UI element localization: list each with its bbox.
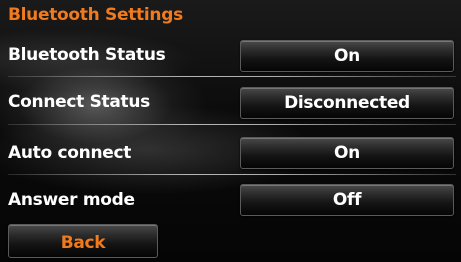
page-title: Bluetooth Settings <box>8 5 183 25</box>
answer-mode-button[interactable]: Off <box>240 184 454 216</box>
bluetooth-status-label: Bluetooth Status <box>8 45 166 65</box>
connect-status-label: Connect Status <box>8 92 151 112</box>
auto-connect-label: Auto connect <box>8 143 132 163</box>
bluetooth-settings-screen: Bluetooth Settings Bluetooth Status On C… <box>0 0 461 262</box>
row-divider <box>8 76 456 77</box>
connect-status-button[interactable]: Disconnected <box>240 87 454 119</box>
row-divider <box>8 124 456 125</box>
answer-mode-label: Answer mode <box>8 190 135 210</box>
bluetooth-status-button[interactable]: On <box>240 40 454 72</box>
auto-connect-button[interactable]: On <box>240 137 454 169</box>
row-divider <box>8 174 456 175</box>
back-button[interactable]: Back <box>8 224 158 258</box>
